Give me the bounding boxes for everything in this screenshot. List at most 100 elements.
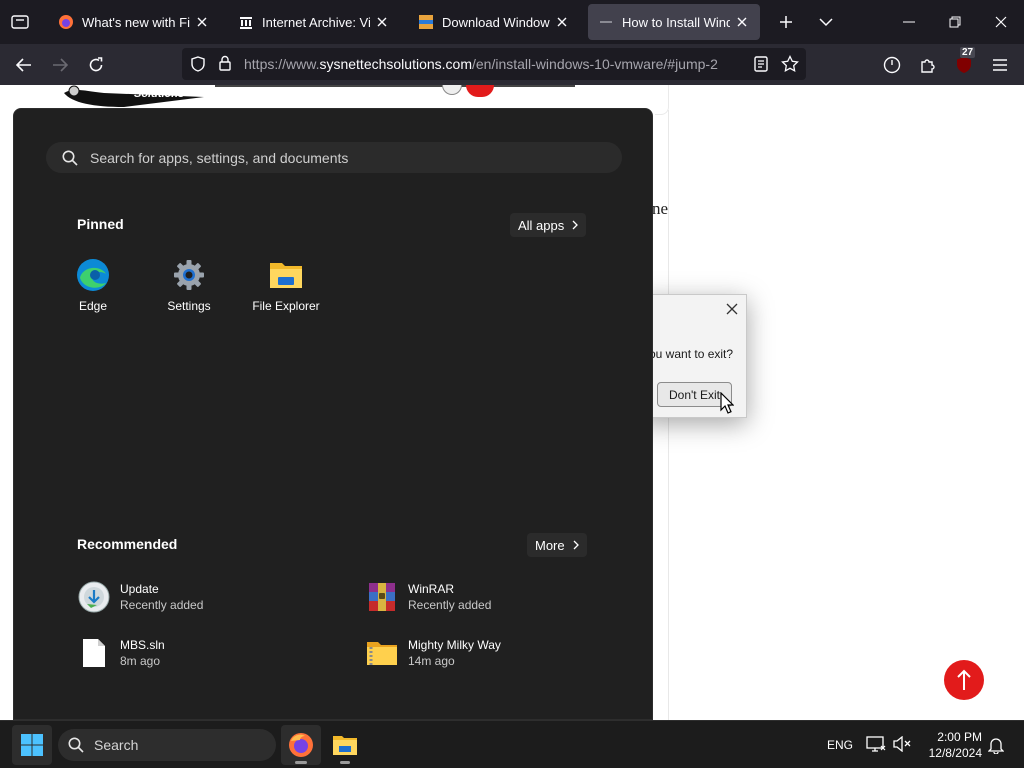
language-indicator[interactable]: ENG bbox=[827, 738, 853, 752]
url-host: sysnettechsolutions.com bbox=[319, 56, 472, 72]
app-menu-button[interactable] bbox=[985, 50, 1015, 80]
header-red-button[interactable] bbox=[466, 85, 494, 97]
extensions-button[interactable] bbox=[913, 50, 943, 80]
pinned-app-settings[interactable]: Settings bbox=[141, 257, 237, 317]
article-text-fragment: ne bbox=[652, 199, 669, 218]
close-icon[interactable] bbox=[554, 14, 570, 30]
minimize-button[interactable] bbox=[886, 0, 932, 44]
windows-logo-icon bbox=[418, 14, 434, 30]
new-tab-button[interactable] bbox=[772, 8, 800, 36]
start-button[interactable] bbox=[12, 725, 52, 765]
site-logo[interactable]: Solutions bbox=[64, 85, 214, 109]
url-prefix: https://www. bbox=[244, 56, 320, 72]
dialog-message: ou want to exit? bbox=[649, 347, 734, 361]
recommended-item-time: 14m ago bbox=[408, 654, 455, 668]
pinned-app-label: Edge bbox=[78, 299, 108, 313]
mouse-cursor-icon bbox=[720, 391, 735, 419]
taskbar-search[interactable]: Search bbox=[58, 729, 276, 761]
chevron-right-icon bbox=[572, 220, 579, 230]
firefox-view-button[interactable] bbox=[6, 8, 34, 36]
header-icon[interactable] bbox=[442, 85, 462, 95]
reader-view-icon[interactable] bbox=[754, 56, 768, 77]
recommended-item-name: MBS.sln bbox=[120, 638, 165, 652]
more-button[interactable]: More bbox=[527, 533, 587, 557]
recommended-item-name: WinRAR bbox=[408, 582, 455, 596]
search-icon bbox=[62, 150, 78, 166]
pinned-app-edge[interactable]: Edge bbox=[45, 257, 141, 317]
more-label: More bbox=[535, 537, 565, 553]
lock-icon[interactable] bbox=[218, 55, 232, 76]
tab-internet-archive[interactable]: Internet Archive: View Archive bbox=[228, 4, 400, 40]
edge-icon bbox=[75, 257, 111, 293]
recommended-item-mbs-sln[interactable]: MBS.sln 8m ago bbox=[76, 633, 336, 673]
scroll-to-top-button[interactable] bbox=[944, 660, 984, 700]
tab-download-windows[interactable]: Download Windows 10 bbox=[408, 4, 580, 40]
close-icon[interactable] bbox=[734, 14, 750, 30]
network-icon[interactable] bbox=[866, 735, 886, 758]
volume-muted-icon[interactable] bbox=[893, 735, 911, 757]
minimize-icon bbox=[903, 21, 915, 23]
extension-badge: 27 bbox=[960, 47, 976, 58]
recommended-item-time: 8m ago bbox=[120, 654, 161, 668]
notification-bell-icon[interactable] bbox=[987, 736, 1005, 759]
all-apps-button[interactable]: All apps bbox=[510, 213, 587, 237]
restore-button[interactable] bbox=[932, 0, 978, 44]
recommended-item-update[interactable]: Update Recently added bbox=[76, 577, 336, 617]
zip-folder-icon bbox=[364, 635, 400, 671]
site-favicon-icon bbox=[598, 14, 614, 30]
ublock-extension-button[interactable]: 27 bbox=[949, 47, 979, 80]
recommended-item-name: Mighty Milky Way bbox=[408, 638, 501, 652]
dialog-close-button[interactable] bbox=[724, 301, 740, 317]
search-placeholder: Search for apps, settings, and documents bbox=[90, 149, 349, 166]
card-corner bbox=[655, 85, 669, 115]
clock-time: 2:00 PM bbox=[937, 730, 982, 744]
close-window-button[interactable] bbox=[978, 0, 1024, 44]
start-search-input[interactable]: Search for apps, settings, and documents bbox=[46, 142, 622, 173]
recommended-item-winrar[interactable]: WinRAR Recently added bbox=[364, 577, 624, 617]
running-indicator bbox=[340, 761, 350, 764]
system-clock[interactable]: 2:00 PM 12/8/2024 bbox=[920, 729, 982, 761]
close-icon bbox=[726, 303, 738, 315]
close-icon[interactable] bbox=[374, 14, 390, 30]
pinned-app-label: File Explorer bbox=[252, 299, 320, 313]
site-logo-text: Solutions bbox=[134, 88, 185, 100]
installer-icon bbox=[76, 579, 112, 615]
taskbar: Search ENG 2:00 PM 12/8/2024 bbox=[0, 720, 1024, 768]
chevron-down-icon bbox=[819, 18, 833, 27]
tab-title: Internet Archive: View Archive bbox=[262, 14, 370, 30]
clock-date: 12/8/2024 bbox=[928, 746, 982, 760]
restore-icon bbox=[949, 16, 961, 28]
close-icon[interactable] bbox=[194, 14, 210, 30]
winrar-icon bbox=[364, 579, 400, 615]
reload-button[interactable] bbox=[81, 50, 111, 80]
running-indicator bbox=[295, 761, 307, 764]
recommended-item-mighty-milky-way[interactable]: Mighty Milky Way 14m ago bbox=[364, 633, 624, 673]
pinned-title: Pinned bbox=[77, 216, 124, 232]
file-icon bbox=[76, 635, 112, 671]
shield-icon[interactable] bbox=[190, 56, 206, 77]
folder-icon bbox=[333, 736, 357, 755]
url-text[interactable]: https://www.sysnettechsolutions.com/en/i… bbox=[244, 56, 718, 72]
ublock-shield-icon bbox=[957, 57, 971, 73]
reload-icon bbox=[89, 57, 103, 72]
forward-button[interactable] bbox=[45, 50, 75, 80]
chevron-right-icon bbox=[573, 540, 579, 550]
back-button[interactable] bbox=[9, 50, 39, 80]
pinned-app-file-explorer[interactable]: File Explorer bbox=[238, 257, 334, 317]
tab-install-windows[interactable]: How to Install Windows 10 bbox=[588, 4, 760, 40]
recommended-item-name: Update bbox=[120, 582, 159, 596]
url-bar[interactable]: https://www.sysnettechsolutions.com/en/i… bbox=[182, 48, 806, 80]
gear-icon bbox=[171, 257, 207, 293]
list-tabs-button[interactable] bbox=[812, 8, 840, 36]
firefox-icon bbox=[289, 733, 313, 757]
taskbar-file-explorer[interactable] bbox=[325, 725, 365, 765]
windows-logo-icon bbox=[21, 734, 43, 756]
navigation-toolbar: https://www.sysnettechsolutions.com/en/i… bbox=[0, 44, 1024, 85]
arrow-right-icon bbox=[53, 58, 68, 72]
bookmark-star-icon[interactable] bbox=[781, 54, 799, 78]
archive-icon bbox=[238, 14, 254, 30]
tab-whats-new[interactable]: What's new with Firefox bbox=[48, 4, 220, 40]
taskbar-firefox[interactable] bbox=[281, 725, 321, 765]
tab-title: What's new with Firefox bbox=[82, 14, 190, 30]
sync-button[interactable] bbox=[877, 50, 907, 80]
